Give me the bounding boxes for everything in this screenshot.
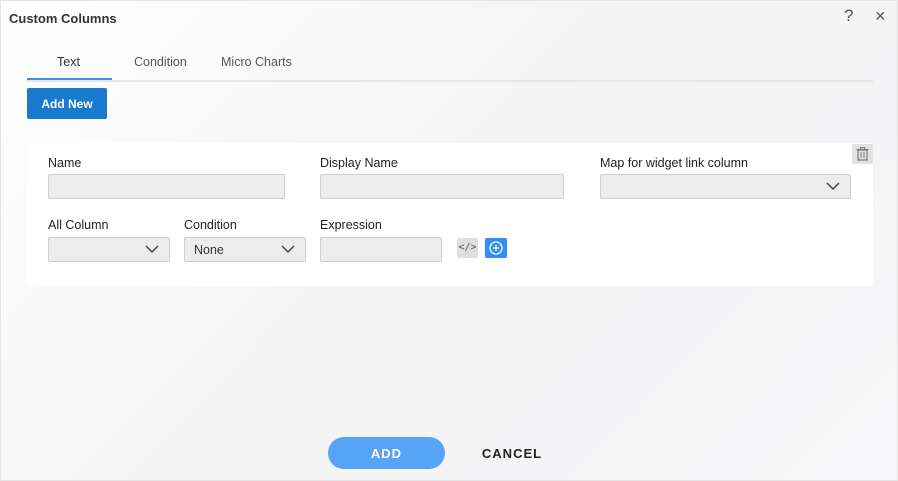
- add-button[interactable]: ADD: [328, 437, 445, 469]
- add-new-button[interactable]: Add New: [27, 88, 107, 119]
- custom-columns-dialog: Custom Columns ? × Text Condition Micro …: [0, 0, 898, 481]
- help-icon[interactable]: ?: [844, 6, 853, 26]
- code-icon: </>: [458, 242, 477, 253]
- chevron-down-icon: [281, 245, 295, 254]
- trash-icon: [856, 147, 869, 161]
- condition-select[interactable]: None: [184, 237, 306, 262]
- tab-text[interactable]: Text: [57, 55, 80, 69]
- display-name-label: Display Name: [320, 156, 398, 170]
- all-column-select[interactable]: [48, 237, 170, 262]
- active-tab-indicator: [27, 78, 112, 80]
- display-name-input[interactable]: [320, 174, 564, 199]
- expression-label: Expression: [320, 218, 382, 232]
- condition-value: None: [194, 243, 224, 257]
- add-expression-button[interactable]: [485, 238, 507, 258]
- tab-condition[interactable]: Condition: [134, 55, 187, 69]
- map-widget-link-select[interactable]: [600, 174, 851, 199]
- tab-bar: Text Condition Micro Charts: [27, 47, 873, 82]
- all-column-label: All Column: [48, 218, 109, 232]
- dialog-title: Custom Columns: [9, 11, 117, 26]
- code-editor-button[interactable]: </>: [457, 238, 478, 258]
- chevron-down-icon: [826, 182, 840, 191]
- name-label: Name: [48, 156, 82, 170]
- name-input[interactable]: [48, 174, 285, 199]
- delete-row-button[interactable]: [852, 144, 873, 164]
- condition-label: Condition: [184, 218, 237, 232]
- chevron-down-icon: [145, 245, 159, 254]
- plus-circle-icon: [489, 241, 503, 255]
- close-icon[interactable]: ×: [875, 6, 886, 26]
- cancel-button[interactable]: CANCEL: [472, 437, 552, 469]
- map-widget-link-label: Map for widget link column: [600, 156, 748, 170]
- tab-micro-charts[interactable]: Micro Charts: [221, 55, 292, 69]
- expression-input[interactable]: [320, 237, 442, 262]
